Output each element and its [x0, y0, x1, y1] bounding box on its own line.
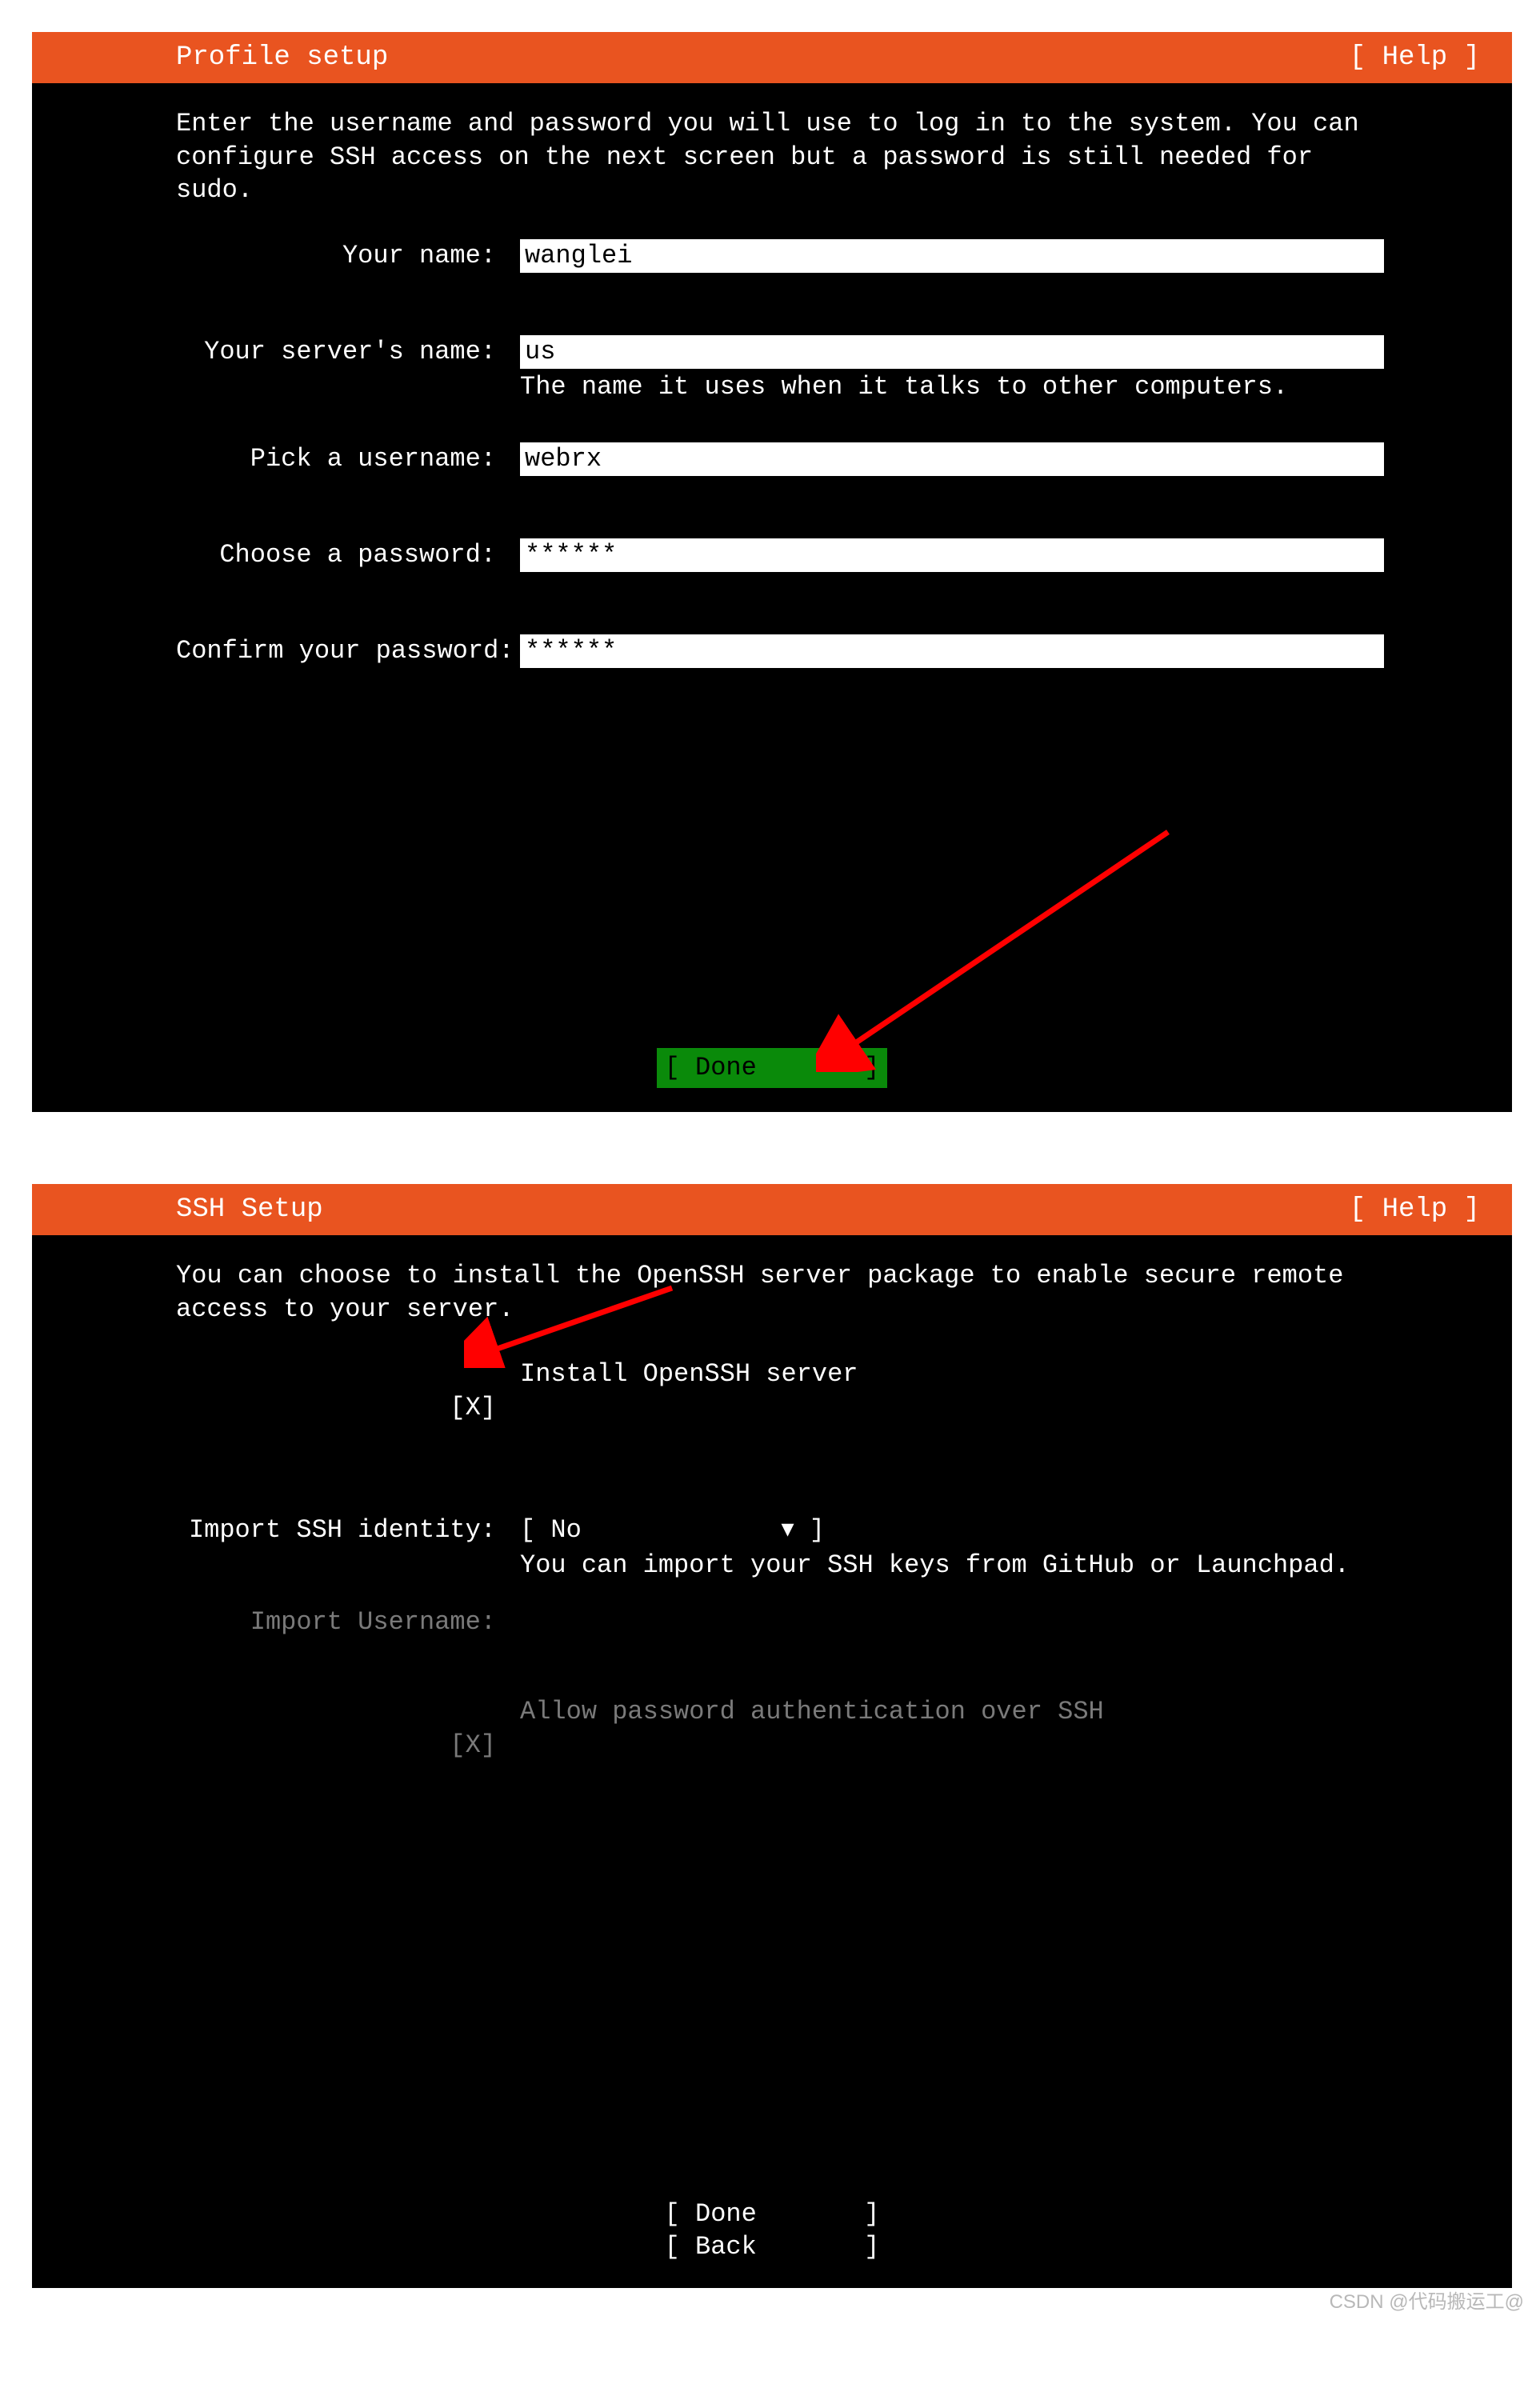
import-identity-dropdown[interactable]: [ No ▾ ]: [520, 1515, 825, 1545]
import-username-label: Import Username:: [176, 1606, 520, 1639]
import-identity-hint: You can import your SSH keys from GitHub…: [520, 1549, 1480, 1582]
allow-password-label: Allow password authentication over SSH: [520, 1695, 1480, 1795]
confirm-row: Confirm your password: ******: [176, 634, 1480, 668]
intro-text: You can choose to install the OpenSSH se…: [176, 1259, 1480, 1326]
watermark: CSDN @代码搬运工@: [1330, 2290, 1524, 2314]
back-button[interactable]: [ Back ]: [32, 2230, 1512, 2264]
install-openssh-checkbox[interactable]: [X]: [450, 1393, 496, 1422]
install-openssh-row: [X] Install OpenSSH server: [176, 1358, 1480, 1458]
allow-password-row: [X] Allow password authentication over S…: [176, 1695, 1480, 1795]
install-openssh-label: Install OpenSSH server: [520, 1358, 1480, 1458]
name-label: Your name:: [176, 239, 520, 273]
server-hint: The name it uses when it talks to other …: [520, 370, 1384, 404]
footer: [ Done ]: [32, 1032, 1512, 1112]
import-identity-label: Import SSH identity:: [176, 1514, 520, 1582]
done-button[interactable]: [ Done ]: [657, 1048, 888, 1088]
ssh-body: You can choose to install the OpenSSH se…: [32, 1235, 1512, 2182]
import-username-row: Import Username:: [176, 1606, 1480, 1639]
password-input[interactable]: ******: [520, 538, 1384, 572]
help-button[interactable]: [ Help ]: [1350, 40, 1480, 75]
footer: [ Done ] [ Back ]: [32, 2182, 1512, 2288]
name-row: Your name: wanglei: [176, 239, 1480, 273]
profile-setup-screen: Profile setup [ Help ] Enter the usernam…: [32, 32, 1512, 1112]
profile-body: Enter the username and password you will…: [32, 83, 1512, 1032]
confirm-label: Confirm your password:: [176, 634, 520, 668]
help-button[interactable]: [ Help ]: [1350, 1192, 1480, 1227]
titlebar: SSH Setup [ Help ]: [32, 1184, 1512, 1235]
titlebar: Profile setup [ Help ]: [32, 32, 1512, 83]
password-row: Choose a password: ******: [176, 538, 1480, 572]
server-row: Your server's name: us The name it uses …: [176, 335, 1480, 404]
intro-text: Enter the username and password you will…: [176, 107, 1480, 207]
server-label: Your server's name:: [176, 335, 520, 369]
server-input[interactable]: us: [520, 335, 1384, 369]
page-title: SSH Setup: [176, 1192, 323, 1227]
confirm-input[interactable]: ******: [520, 634, 1384, 668]
allow-password-checkbox[interactable]: [X]: [450, 1730, 496, 1760]
name-input[interactable]: wanglei: [520, 239, 1384, 273]
import-identity-row: Import SSH identity: [ No ▾ ] You can im…: [176, 1514, 1480, 1582]
page-title: Profile setup: [176, 40, 388, 75]
username-row: Pick a username: webrx: [176, 442, 1480, 476]
username-label: Pick a username:: [176, 442, 520, 476]
password-label: Choose a password:: [176, 538, 520, 572]
done-button[interactable]: [ Done ]: [32, 2198, 1512, 2231]
username-input[interactable]: webrx: [520, 442, 1384, 476]
ssh-setup-screen: SSH Setup [ Help ] You can choose to ins…: [32, 1184, 1512, 2288]
